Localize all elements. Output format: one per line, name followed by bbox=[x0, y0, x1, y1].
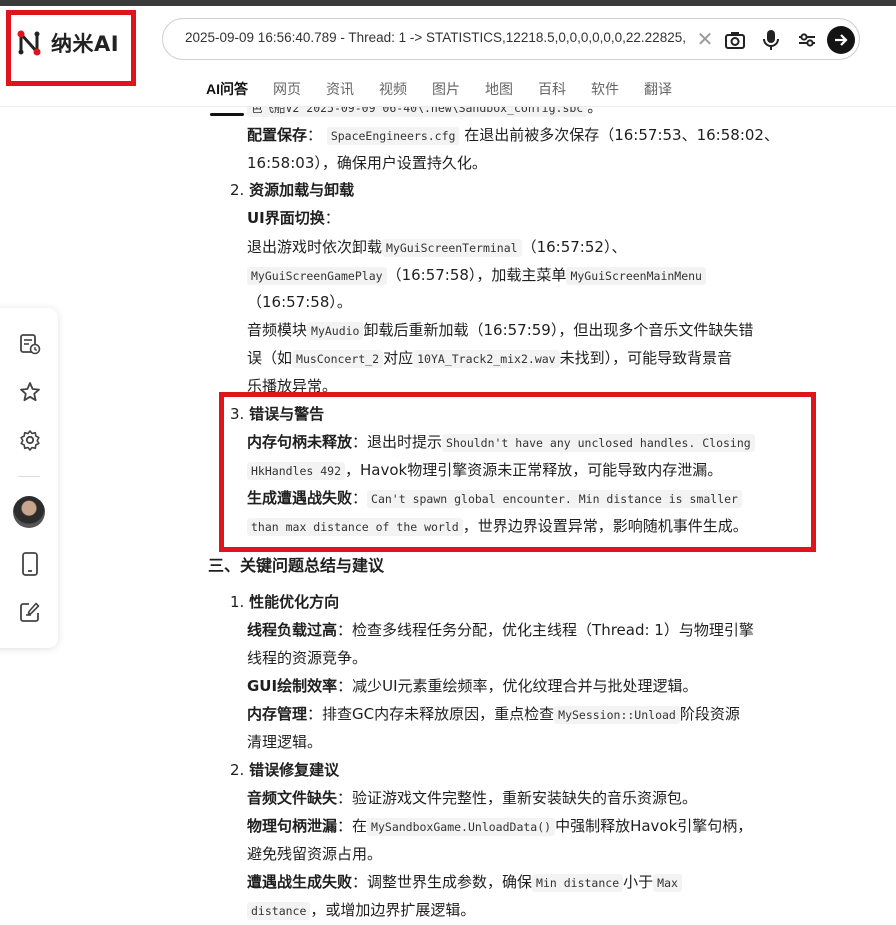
answer-line: MyGuiScreenGamePlay （16:57:58），加载主菜单 MyGui… bbox=[247, 261, 706, 290]
tab-video[interactable]: 视频 bbox=[379, 79, 407, 105]
item-label: UI界面切换 bbox=[247, 209, 325, 227]
answer-line: distance ，或增加边界扩展逻辑。 bbox=[247, 896, 475, 925]
tab-news[interactable]: 资讯 bbox=[326, 79, 354, 105]
list-heading: 2. 错误修复建议 bbox=[230, 761, 340, 779]
tab-encyclopedia[interactable]: 百科 bbox=[538, 79, 566, 105]
answer-line: 配置保存： SpaceEngineers.cfg 在退出前被多次保存（16:57… bbox=[247, 126, 779, 145]
tab-software[interactable]: 软件 bbox=[591, 79, 619, 105]
item-label: 配置保存 bbox=[247, 126, 308, 144]
tab-images[interactable]: 图片 bbox=[432, 79, 460, 105]
clear-icon[interactable]: ✕ bbox=[693, 27, 717, 51]
list-heading: 2. 资源加载与卸载 bbox=[230, 181, 355, 199]
gear-icon[interactable] bbox=[18, 428, 42, 452]
item-label: 物理句柄泄漏 bbox=[247, 817, 338, 835]
inline-code: MusConcert_2 bbox=[292, 350, 384, 368]
answer-line: UI界面切换： bbox=[247, 209, 340, 227]
list-heading: 3. 错误与警告 bbox=[230, 405, 325, 423]
list-heading: 1. 性能优化方向 bbox=[230, 593, 340, 611]
tab-map[interactable]: 地图 bbox=[485, 79, 513, 105]
inline-code: 10YA_Track2_mix2.wav bbox=[413, 350, 560, 368]
edit-icon[interactable] bbox=[18, 600, 42, 624]
history-icon[interactable] bbox=[18, 332, 42, 356]
search-bar[interactable]: 2025-09-09 16:56:40.789 - Thread: 1 -> S… bbox=[162, 18, 860, 60]
inline-code: MyGuiScreenTerminal bbox=[382, 239, 522, 257]
answer-line: 乐播放异常。 bbox=[247, 377, 338, 395]
inline-code: SpaceEngineers.cfg bbox=[326, 127, 460, 145]
answer-line: 音频文件缺失：验证游戏文件完整性，重新安装缺失的音乐资源包。 bbox=[247, 789, 698, 807]
item-label: 内存句柄未释放 bbox=[247, 433, 353, 451]
item-label: 内存管理 bbox=[247, 705, 308, 723]
inline-code: Min distance bbox=[532, 874, 624, 892]
logo-mark-icon bbox=[17, 30, 41, 56]
answer-line: 物理句柄泄漏：在 MySandboxGame.UnloadData() 中强制释放H… bbox=[247, 817, 753, 836]
item-label: 遭遇战生成失败 bbox=[247, 873, 353, 891]
inline-code: MySandboxGame.UnloadData() bbox=[367, 818, 556, 836]
answer-line: 16:58:03），确保用户设置持久化。 bbox=[247, 154, 487, 172]
item-label: 线程负载过高 bbox=[247, 621, 338, 639]
answer-line: HkHandles 492 ，Havok物理引擎资源未正常释放，可能导致内存泄漏。 bbox=[247, 456, 722, 485]
tab-translate[interactable]: 翻译 bbox=[644, 79, 672, 105]
inline-code: MyGuiScreenGamePlay bbox=[247, 267, 387, 285]
answer-line: 避免残留资源占用。 bbox=[247, 845, 383, 863]
camera-icon[interactable] bbox=[723, 28, 747, 52]
avatar[interactable] bbox=[13, 496, 45, 528]
answer-line: 退出游戏时依次卸载 MyGuiScreenTerminal （16:57:52）、 bbox=[247, 238, 627, 257]
answer-line: 线程的资源竞争。 bbox=[247, 649, 368, 667]
inline-code: HkHandles 492 bbox=[247, 462, 346, 480]
toolbar-divider bbox=[18, 476, 40, 477]
answer-line: 内存句柄未释放：退出时提示 Shouldn't have any unclosed… bbox=[247, 428, 755, 457]
search-input[interactable]: 2025-09-09 16:56:40.789 - Thread: 1 -> S… bbox=[185, 30, 685, 45]
phone-icon[interactable] bbox=[18, 552, 42, 576]
answer-line: （16:57:58）。 bbox=[247, 293, 352, 311]
inline-code: MySession::Unload bbox=[554, 706, 680, 724]
submit-arrow-icon[interactable] bbox=[827, 26, 855, 54]
item-label: 音频文件缺失 bbox=[247, 789, 338, 807]
star-icon[interactable] bbox=[18, 380, 42, 404]
inline-code: Can't spawn global encounter. Min distan… bbox=[367, 490, 742, 508]
microphone-icon[interactable] bbox=[759, 28, 783, 52]
section-heading: 三、关键问题总结与建议 bbox=[208, 556, 385, 575]
answer-line: than max distance of the world ，世界边界设置异常，… bbox=[247, 512, 748, 541]
answer-line: 遭遇战生成失败：调整世界生成参数，确保 Min distance 小于 Max bbox=[247, 868, 682, 897]
item-label: GUI绘制效率 bbox=[247, 677, 338, 695]
app-name: 纳米AI bbox=[51, 32, 120, 56]
answer-line: 清理逻辑。 bbox=[247, 733, 323, 751]
inline-code: MyGuiScreenMainMenu bbox=[566, 267, 706, 285]
top-header: 纳米AI 2025-09-09 16:56:40.789 - Thread: 1… bbox=[0, 6, 896, 116]
inline-code: MyAudio bbox=[307, 322, 364, 340]
inline-code: Shouldn't have any unclosed handles. Clo… bbox=[442, 434, 755, 452]
inline-code: distance bbox=[247, 902, 311, 920]
answer-line: 音频模块 MyAudio 卸载后重新加载（16:57:59），但出现多个音乐文件缺失… bbox=[247, 321, 754, 340]
app-logo[interactable]: 纳米AI bbox=[15, 28, 119, 58]
answer-line: 误（如 MusConcert_2 对应 10YA_Track2_mix2.wav 未找到… bbox=[247, 349, 733, 368]
side-toolbar bbox=[0, 308, 58, 648]
item-label: 生成遭遇战失败 bbox=[247, 489, 353, 507]
answer-line: GUI绘制效率：减少UI元素重绘频率，优化纹理合并与批处理逻辑。 bbox=[247, 677, 698, 695]
inline-code: Max bbox=[653, 874, 682, 892]
inline-code: than max distance of the world bbox=[247, 518, 463, 536]
tab-web[interactable]: 网页 bbox=[273, 79, 301, 105]
settings-sliders-icon[interactable] bbox=[795, 28, 819, 52]
answer-line: 内存管理：排查GC内存未释放原因，重点检查 MySession::Unload 阶段… bbox=[247, 705, 740, 724]
answer-line: 生成遭遇战失败： Can't spawn global encounter. Mi… bbox=[247, 484, 742, 513]
tab-ai-answer[interactable]: AI问答 bbox=[206, 79, 248, 116]
search-tabs: AI问答 网页 资讯 视频 图片 地图 百科 软件 翻译 bbox=[206, 79, 697, 116]
answer-content: 色飞船V2 2025-09-09 06-40\.new\Sandbox_conf… bbox=[0, 0, 896, 920]
answer-line: 线程负载过高：检查多线程任务分配，优化主线程（Thread: 1）与物理引擎 bbox=[247, 621, 754, 639]
